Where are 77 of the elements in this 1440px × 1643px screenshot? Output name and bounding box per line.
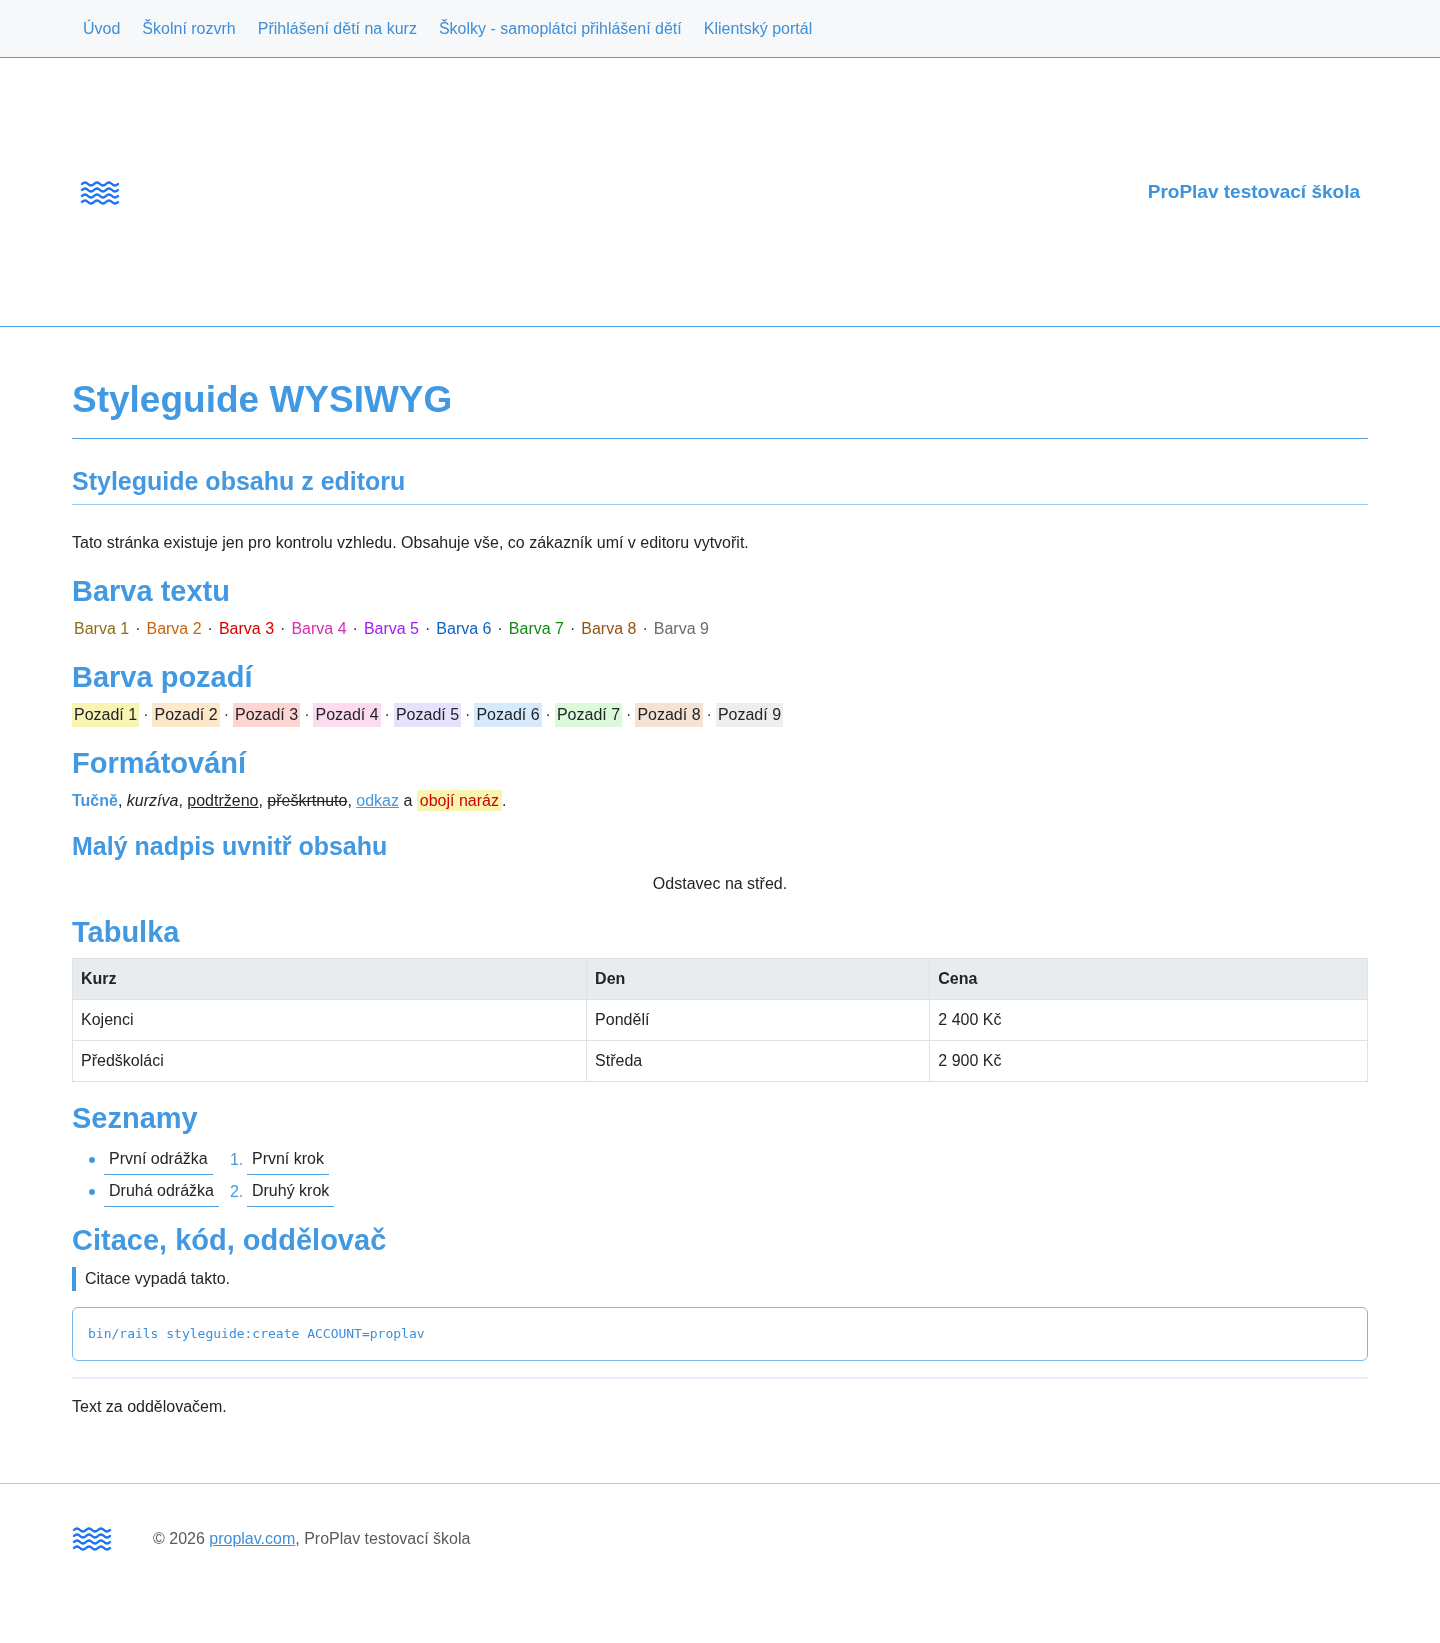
footer-link[interactable]: proplav.com [209,1529,296,1547]
nav-link[interactable]: Klientský portál [692,16,824,41]
colored-text: Barva 5 [362,619,420,639]
bullet-icon [89,1156,95,1163]
table-cell: Kojenci [72,999,587,1041]
table-header-cell: Cena [929,958,1368,1000]
nav-link[interactable]: Úvod [72,16,132,41]
centered-paragraph: Odstavec na střed. [652,874,788,894]
paragraph: Text za oddělovačem. [72,1397,227,1417]
highlighted-text: Pozadí 9 [715,703,784,727]
highlighted-text: Pozadí 8 [635,703,703,727]
list-item: Druhá odrážka [104,1176,219,1207]
separator: · [496,619,504,639]
waves-icon [72,1526,112,1551]
section-heading: Seznamy [72,1101,198,1136]
highlighted-text: Pozadí 7 [554,703,623,727]
highlighted-text: Pozadí 2 [152,703,220,727]
colored-text: Barva 2 [145,619,203,639]
highlighted-text: Pozadí 3 [232,703,301,727]
list-number: 1. [229,1149,245,1170]
table-cell: Pondělí [586,999,930,1041]
highlighted-text: Pozadí 5 [393,703,462,727]
nav-link[interactable]: Školní rozvrh [131,16,247,41]
list-item: První odrážka [104,1144,213,1175]
page-title: Styleguide WYSIWYG [72,376,1368,439]
separator: · [641,619,649,639]
highlighted-text: Pozadí 4 [313,703,381,727]
separator: · [544,705,552,725]
subtitle: Styleguide obsahu z editoru [72,466,1368,505]
section-heading: Barva textu [72,574,230,609]
colored-text: Barva 7 [507,619,565,639]
colored-text: Barva 6 [435,619,493,639]
section-heading: Citace, kód, oddělovač [72,1223,387,1258]
colored-text: Barva 9 [652,619,710,639]
colored-text: Barva 3 [217,619,276,639]
highlighted-text: Pozadí 1 [72,703,140,727]
colored-text: Barva 8 [580,619,638,639]
table-cell: Středa [586,1040,930,1082]
blockquote: Citace vypadá takto. [72,1267,230,1291]
link[interactable]: odkaz [356,792,399,809]
nav-link[interactable]: Přihlášení dětí na kurz [246,16,428,41]
table-cell: Předškoláci [72,1040,587,1082]
table-header-cell: Den [586,958,930,1000]
table-header-cell: Kurz [72,958,587,1000]
highlighted-text: Pozadí 6 [474,703,542,727]
nav-link[interactable]: Školky - samoplátci přihlášení dětí [427,16,693,41]
formatting-paragraph: Tučně, kurzíva, podtrženo, přeškrtnuto, odkaz a obojí naráz . [72,789,507,813]
separator: · [568,619,577,639]
separator: · [303,705,311,725]
separator: · [625,705,633,725]
separator: · [351,619,359,639]
separator: · [464,705,472,725]
list-item: První krok [246,1144,329,1175]
code-block: bin/rails styleguide:create ACCOUNT=proplav [72,1307,1368,1361]
separator: · [279,619,287,639]
colored-text: Barva 4 [290,619,348,639]
list-item: Druhý krok [246,1176,335,1207]
colored-text: Barva 1 [73,619,131,639]
section-heading: Tabulka [72,915,180,950]
list-number: 2. [229,1181,245,1202]
section-heading: Formátování [72,746,247,781]
separator: · [142,705,150,725]
separator: · [222,705,230,725]
separator: · [134,619,142,639]
bullet-icon [89,1188,95,1195]
waves-icon[interactable] [80,179,120,205]
table-cell: 2 400 Kč [929,999,1368,1041]
site-title[interactable]: ProPlav testovací škola [1147,180,1360,204]
section-heading: Barva pozadí [72,660,253,695]
separator: · [705,705,713,725]
table-cell: 2 900 Kč [929,1040,1368,1082]
separator: · [424,619,432,639]
separator: · [383,705,391,725]
intro-paragraph: Tato stránka existuje jen pro kontrolu vzhledu. Obsahuje vše, co zákazník umí v editoru vytvořit. [72,533,749,553]
small-heading: Malý nadpis uvnitř obsahu [72,831,388,862]
footer-text: © 2026 proplav.com, ProPlav testovací škola [153,1528,471,1549]
separator: · [206,619,214,639]
